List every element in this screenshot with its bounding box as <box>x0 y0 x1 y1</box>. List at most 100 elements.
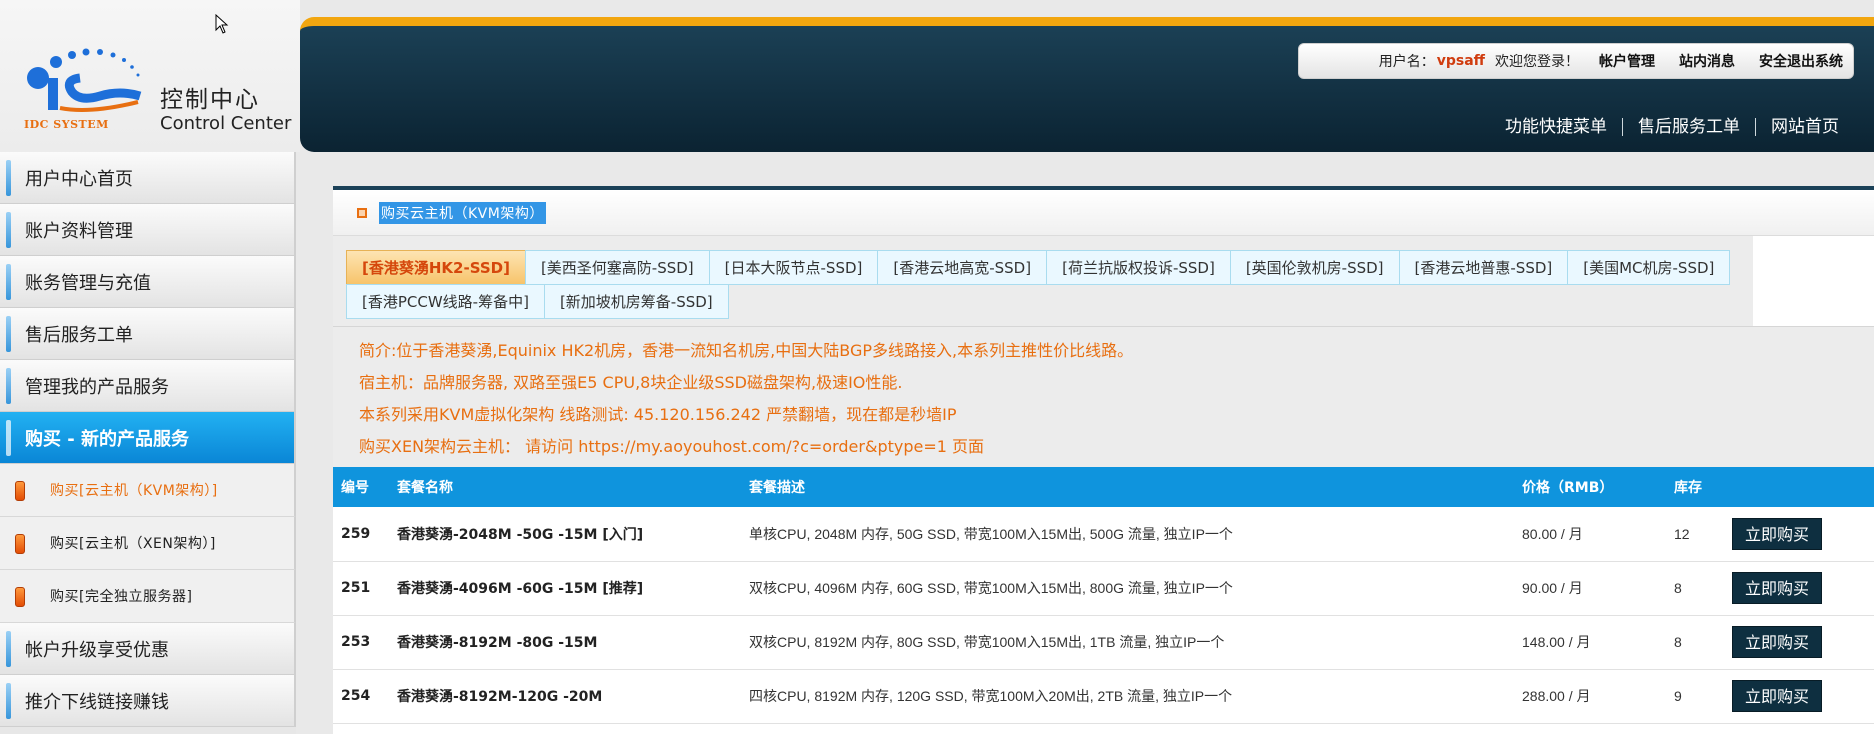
sidebar-subitem-buy-kvm[interactable]: 购买[云主机（KVM架构）] <box>0 464 296 517</box>
sidebar-item-label: 账务管理与充值 <box>25 272 151 294</box>
sidebar-item-billing[interactable]: 账务管理与充值 <box>0 256 296 308</box>
tab-hk2[interactable]: [香港葵湧HK2-SSD] <box>346 250 526 285</box>
tab-jp-osaka[interactable]: [日本大阪节点-SSD] <box>708 250 879 285</box>
nav-bar-icon <box>6 264 11 300</box>
plan-id: 251 <box>341 580 371 596</box>
plan-id: 254 <box>341 688 371 704</box>
idc-system-logo <box>27 48 142 112</box>
intro-line: 购买XEN架构云主机： 请访问 https://my.aoyouhost.com… <box>359 437 985 456</box>
plan-price: 90.00 / 月 <box>1522 580 1583 596</box>
nav-bar-icon <box>6 212 11 248</box>
logo-title-en: Control Center <box>160 113 292 134</box>
site-messages-link[interactable]: 站内消息 <box>1679 51 1735 71</box>
col-header-id: 编号 <box>341 480 369 496</box>
buy-now-button[interactable]: 立即购买 <box>1732 517 1823 550</box>
intro-line: 本系列采用KVM虚拟化架构 线路测试: 45.120.156.242 严禁翻墙，… <box>359 405 957 424</box>
sidebar-item-label: 帐户升级享受优惠 <box>25 639 169 661</box>
quick-menu-link[interactable]: 功能快捷菜单 <box>1490 118 1622 136</box>
nav-bar-icon <box>6 368 11 404</box>
sidebar-item-label: 售后服务工单 <box>25 324 133 346</box>
sidebar-item-label: 用户中心首页 <box>25 168 133 190</box>
plan-desc: 单核CPU, 2048M 内存, 50G SSD, 带宽100M入15M出, 5… <box>749 525 1233 542</box>
logo-area: IDC SYSTEM 控制中心 Control Center <box>0 0 300 152</box>
sidebar-item-label: 账户资料管理 <box>25 220 133 242</box>
sidebar-item-referral[interactable]: 推介下线链接赚钱 <box>0 675 296 727</box>
nav-bar-icon <box>6 316 11 352</box>
table-header-row: 编号 套餐名称 套餐描述 价格（RMB） 库存 <box>333 467 1874 507</box>
main-panel: 购买云主机（KVM架构） [香港葵湧HK2-SSD] [美西圣何塞高防-SSD]… <box>333 186 1874 734</box>
nav-bar-icon <box>6 631 11 667</box>
plan-price: 148.00 / 月 <box>1522 634 1591 650</box>
user-bar: 用户名： vpsaff 欢迎您登录！ 帐户管理 站内消息 安全退出系统 <box>1297 43 1854 79</box>
intro-line: 宿主机：品牌服务器, 双路至强E5 CPU,8块企业级SSD磁盘架构,极速IO性… <box>359 373 903 392</box>
plan-stock: 8 <box>1674 580 1682 596</box>
logo-subtitle: IDC SYSTEM <box>24 118 109 131</box>
plan-desc: 双核CPU, 4096M 内存, 60G SSD, 带宽100M入15M出, 8… <box>749 580 1233 596</box>
table-row: 251 香港葵湧-4096M -60G -15M [推荐] 双核CPU, 409… <box>333 561 1874 615</box>
plan-stock: 9 <box>1674 688 1682 704</box>
table-row: 253 香港葵湧-8192M -80G -15M 双核CPU, 8192M 内存… <box>333 615 1874 669</box>
sidebar-subitem-label: 购买[完全独立服务器] <box>50 589 193 605</box>
table-row: 254 香港葵湧-8192M-120G -20M 四核CPU, 8192M 内存… <box>333 669 1874 723</box>
plan-price: 288.00 / 月 <box>1522 688 1591 704</box>
sidebar-item-label: 购买 - 新的产品服务 <box>25 428 190 450</box>
account-manage-link[interactable]: 帐户管理 <box>1599 51 1655 71</box>
table-row: 259 香港葵湧-2048M -50G -15M [入门] 单核CPU, 204… <box>333 507 1874 561</box>
sidebar-item-upgrade[interactable]: 帐户升级享受优惠 <box>0 623 296 675</box>
plan-stock: 8 <box>1674 634 1682 650</box>
plan-price: 80.00 / 月 <box>1522 525 1583 542</box>
site-home-link[interactable]: 网站首页 <box>1755 118 1854 136</box>
col-header-name: 套餐名称 <box>397 480 453 496</box>
plan-name: 香港葵湧-8192M-120G -20M <box>397 689 603 705</box>
plan-desc: 双核CPU, 8192M 内存, 80G SSD, 带宽100M入15M出, 1… <box>749 634 1225 650</box>
sidebar-item-user-home[interactable]: 用户中心首页 <box>0 152 296 204</box>
sidebar-item-buy-new[interactable]: 购买 - 新的产品服务 <box>0 412 296 464</box>
sidebar-subitem-label: 购买[云主机（KVM架构）] <box>50 483 218 499</box>
action-cell: 立即购买 <box>1724 615 1874 669</box>
col-header-desc: 套餐描述 <box>749 480 805 496</box>
sidebar-item-label: 推介下线链接赚钱 <box>25 691 169 713</box>
tab-us-mc[interactable]: [美国MC机房-SSD] <box>1567 250 1731 285</box>
page-title: 购买云主机（KVM架构） <box>379 201 546 224</box>
panel-title-bar: 购买云主机（KVM架构） <box>333 190 1874 236</box>
support-ticket-link[interactable]: 售后服务工单 <box>1622 118 1755 136</box>
quick-links: 功能快捷菜单 售后服务工单 网站首页 <box>1490 118 1854 136</box>
sidebar-subitem-buy-dedicated[interactable]: 购买[完全独立服务器] <box>0 570 296 623</box>
tab-hk-pccw[interactable]: [香港PCCW线路-筹备中] <box>346 284 545 319</box>
col-header-price: 价格（RMB） <box>1522 480 1614 496</box>
plan-id: 253 <box>341 634 371 650</box>
plan-intro: 简介:位于香港葵湧,Equinix HK2机房，香港一流知名机房,中国大陆BGP… <box>333 326 1874 467</box>
sidebar-item-account-profile[interactable]: 账户资料管理 <box>0 204 296 256</box>
server-icon <box>15 587 25 607</box>
header-banner: 用户名： vpsaff 欢迎您登录！ 帐户管理 站内消息 安全退出系统 功能快捷… <box>300 17 1874 152</box>
sidebar-subitem-buy-xen[interactable]: 购买[云主机（XEN架构）] <box>0 517 296 570</box>
tab-hk-yundi-high[interactable]: [香港云地高宽-SSD] <box>877 250 1048 285</box>
action-cell: 立即购买 <box>1724 669 1874 723</box>
nav-bar-icon <box>6 420 11 456</box>
tab-netherlands[interactable]: [荷兰抗版权投诉-SSD] <box>1046 250 1231 285</box>
plan-name: 香港葵湧-8192M -80G -15M <box>397 635 598 651</box>
col-header-stock: 库存 <box>1674 480 1702 496</box>
plan-name: 香港葵湧-2048M -50G -15M [入门] <box>397 526 644 543</box>
sidebar-item-my-services[interactable]: 管理我的产品服务 <box>0 360 296 412</box>
sidebar-item-tickets[interactable]: 售后服务工单 <box>0 308 296 360</box>
plan-name: 香港葵湧-4096M -60G -15M [推荐] <box>397 581 644 597</box>
server-icon <box>15 481 25 501</box>
buy-now-button[interactable]: 立即购买 <box>1732 626 1823 658</box>
col-header-action <box>1724 467 1874 507</box>
tab-us-sanjose[interactable]: [美西圣何塞高防-SSD] <box>524 250 710 285</box>
sidebar-subitem-label: 购买[云主机（XEN架构）] <box>50 536 216 552</box>
tab-uk-london[interactable]: [英国伦敦机房-SSD] <box>1229 250 1400 285</box>
logout-link[interactable]: 安全退出系统 <box>1759 51 1843 71</box>
action-cell: 立即购买 <box>1724 507 1874 561</box>
sidebar-item-label: 管理我的产品服务 <box>25 376 169 398</box>
buy-now-button[interactable]: 立即购买 <box>1732 572 1823 604</box>
intro-line: 简介:位于香港葵湧,Equinix HK2机房，香港一流知名机房,中国大陆BGP… <box>359 341 1134 360</box>
plans-table: 编号 套餐名称 套餐描述 价格（RMB） 库存 259 香港葵湧-2048M -… <box>333 467 1874 724</box>
nav-bar-icon <box>6 160 11 196</box>
buy-now-button[interactable]: 立即购买 <box>1732 680 1823 712</box>
nav-bar-icon <box>6 683 11 719</box>
tab-hk-yundi-puhui[interactable]: [香港云地普惠-SSD] <box>1398 250 1569 285</box>
tab-singapore[interactable]: [新加坡机房筹备-SSD] <box>543 284 729 319</box>
logo-title-cn: 控制中心 <box>160 87 260 113</box>
